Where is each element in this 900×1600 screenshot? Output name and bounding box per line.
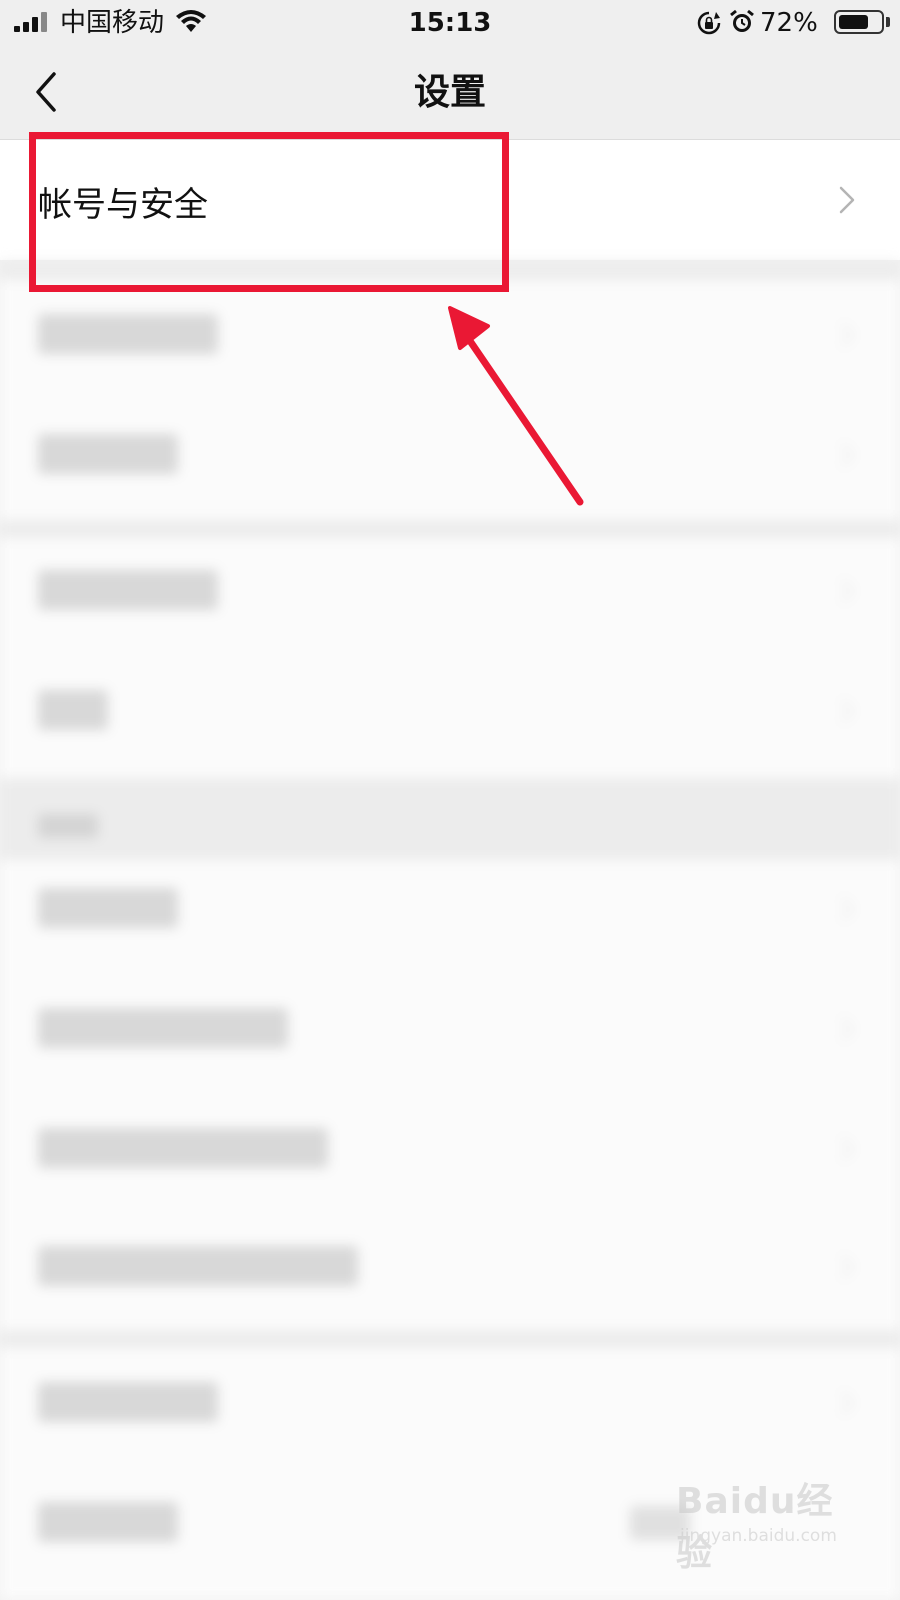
red-arrow-annotation (448, 306, 584, 506)
battery-icon (834, 10, 884, 34)
battery-percent: 72% (760, 8, 818, 38)
blurred-label (38, 314, 218, 354)
blurred-label (38, 1246, 358, 1286)
chevron-right-icon (841, 897, 854, 921)
section-gap (0, 1330, 900, 1348)
blurred-label (38, 690, 108, 730)
blurred-label (38, 1382, 218, 1422)
blurred-label (38, 888, 178, 928)
highlight-box (29, 132, 509, 292)
chevron-right-icon (841, 1255, 854, 1279)
chevron-left-icon[interactable] (22, 64, 78, 120)
chevron-right-icon (841, 323, 854, 347)
chevron-right-icon (841, 1017, 854, 1041)
watermark-url: jingyan.baidu.com (680, 1526, 837, 1546)
blurred-label (38, 570, 218, 610)
blurred-label (38, 1128, 328, 1168)
list-item[interactable] (0, 860, 900, 1330)
section-header-bar (0, 778, 900, 860)
rotation-lock-icon (697, 11, 721, 35)
alarm-icon (730, 9, 754, 32)
chevron-right-icon (841, 699, 854, 723)
status-bar: 中国移动 15:13 72% (0, 0, 900, 46)
blurred-label (38, 1502, 178, 1542)
chevron-right-icon (841, 579, 854, 603)
chevron-right-icon (841, 1391, 854, 1415)
baidu-watermark: Baidu经验 jingyan.baidu.com (676, 1472, 856, 1574)
page-title: 设置 (413, 72, 486, 113)
chevron-right-icon (839, 186, 855, 214)
watermark-logo: Baidu经验 (676, 1481, 834, 1574)
battery-level (839, 15, 868, 29)
nav-bar: 设置 (0, 46, 900, 140)
section-header (38, 814, 98, 838)
chevron-right-icon (841, 1137, 854, 1161)
chevron-right-icon (841, 443, 854, 467)
blurred-label (38, 434, 178, 474)
list-item[interactable] (0, 538, 900, 778)
blurred-label (38, 1008, 288, 1048)
section-gap (0, 520, 900, 538)
battery-cap (886, 17, 890, 27)
